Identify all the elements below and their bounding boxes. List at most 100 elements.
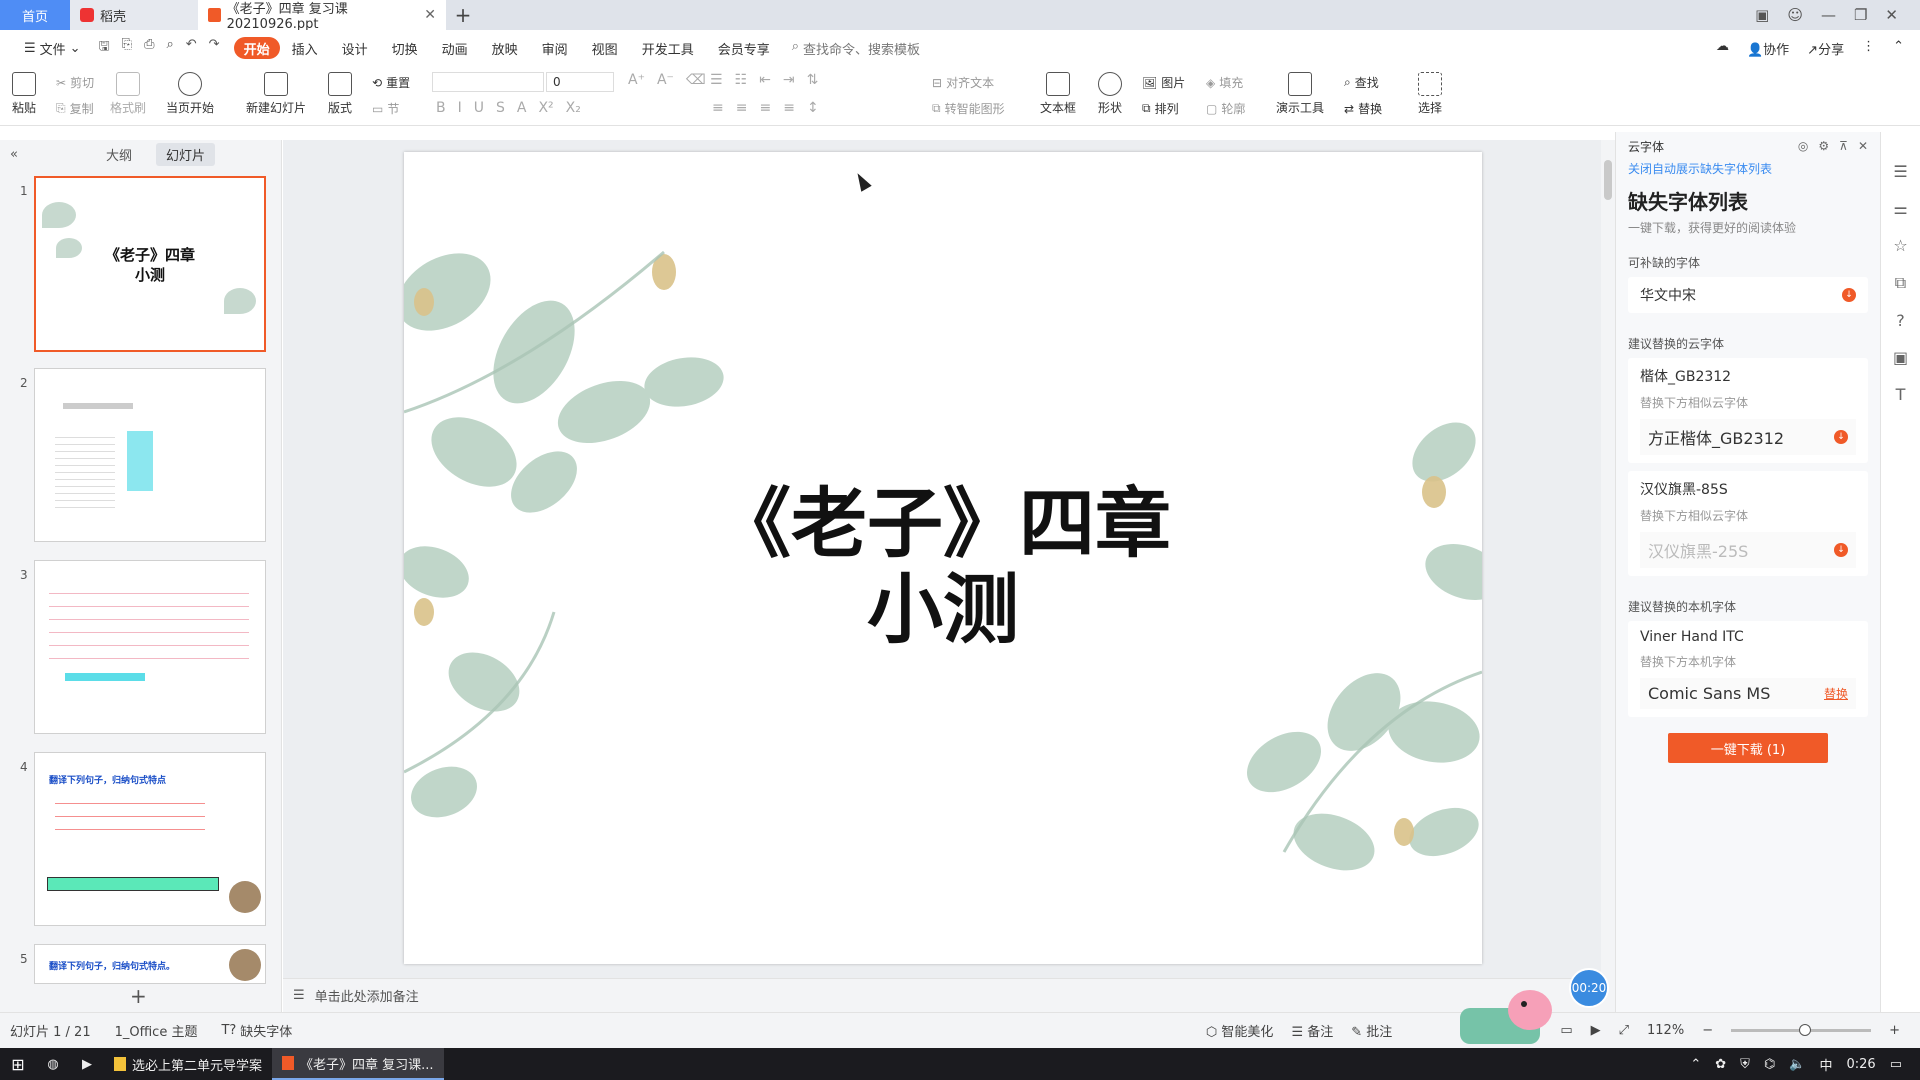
notification-icon[interactable]: ▭ (1890, 1057, 1902, 1072)
smart-shape-button[interactable]: ⧉ 转智能图形 (932, 100, 1005, 117)
strikethrough-icon[interactable]: S (496, 100, 505, 116)
close-auto-show-link[interactable]: 关闭自动展示缺失字体列表 (1616, 160, 1880, 180)
present-tools-button[interactable]: 演示工具 (1276, 72, 1324, 116)
font-card-cloud-2[interactable]: 汉仪旗黑-85S 替换下方相似云字体 汉仪旗黑-25S ↓ (1628, 471, 1868, 576)
outdent-icon[interactable]: ⇤ (759, 72, 771, 88)
preview-icon[interactable]: ⌕ (166, 37, 173, 59)
download-all-button[interactable]: 一键下载 (1) (1668, 733, 1828, 763)
cloud-sync-icon[interactable]: ☁ (1716, 39, 1729, 58)
italic-icon[interactable]: I (458, 100, 462, 116)
download-badge-icon[interactable]: ↓ (1842, 288, 1856, 302)
tab-daoke[interactable]: 稻壳 (70, 0, 198, 30)
new-tab-button[interactable]: + (446, 0, 480, 30)
font-card-cloud-1[interactable]: 楷体_GB2312 替换下方相似云字体 方正楷体_GB2312 ↓ (1628, 358, 1868, 463)
timer-badge[interactable]: 00:20 (1569, 968, 1609, 1008)
textbox-button[interactable]: 文本框 (1040, 72, 1076, 116)
slide-thumbnail-2[interactable] (34, 368, 266, 542)
export-icon[interactable]: ⎘ (122, 37, 132, 59)
save-icon[interactable]: 🖫 (99, 37, 110, 59)
slide-thumbnail-1[interactable]: 《老子》四章 小测 (34, 176, 266, 352)
image-icon[interactable]: ▣ (1893, 348, 1908, 367)
slide-thumbnail-5[interactable]: 翻译下列句子，归纳句式特点。 (34, 944, 266, 984)
taskbar-item-document[interactable]: 选必上第二单元导学案 (104, 1048, 272, 1080)
play-icon[interactable]: ▶ (1591, 1023, 1601, 1038)
clock[interactable]: 0:26 (1847, 1057, 1876, 1072)
align-text-button[interactable]: ⊟ 对齐文本 (932, 74, 994, 91)
menu-tab-animation[interactable]: 动画 (430, 37, 480, 59)
undo-icon[interactable]: ↶ (186, 37, 197, 59)
layout-button[interactable]: 版式 (328, 72, 352, 116)
tab-document[interactable]: 《老子》四章 复习课20210926.ppt ✕ (198, 0, 446, 32)
font-card-available[interactable]: 华文中宋 ↓ (1628, 277, 1868, 313)
menu-tab-view[interactable]: 视图 (580, 37, 630, 59)
shrink-font-icon[interactable]: A⁻ (657, 72, 674, 88)
more-icon[interactable]: ⋮ (1862, 39, 1875, 58)
align-left-icon[interactable]: ≡ (712, 100, 724, 116)
download-badge-icon[interactable]: ↓ (1834, 430, 1848, 444)
menu-tab-insert[interactable]: 插入 (280, 37, 330, 59)
minimize-icon[interactable]: — (1821, 6, 1836, 24)
close-icon[interactable]: ✕ (1858, 139, 1868, 153)
align-right-icon[interactable]: ≡ (759, 100, 771, 116)
grow-font-icon[interactable]: A⁺ (628, 72, 645, 88)
line-spacing-icon[interactable]: ↕ (807, 100, 819, 116)
picture-button[interactable]: 🖼 图片 (1142, 74, 1185, 91)
shield-icon[interactable]: ⛨ (1740, 1057, 1750, 1072)
zoom-slider-knob[interactable] (1799, 1024, 1812, 1036)
select-button[interactable]: 选择 (1418, 72, 1442, 116)
menu-tab-home[interactable]: 开始 (233, 37, 280, 59)
taskbar-item-ppt[interactable]: 《老子》四章 复习课... (272, 1048, 444, 1080)
media-icon[interactable]: ▶ (70, 1057, 104, 1072)
slide-1[interactable]: 《老子》四章 小测 (404, 152, 1482, 964)
close-window-icon[interactable]: ✕ (1885, 6, 1898, 24)
section-button[interactable]: ▭ 节 (372, 100, 399, 117)
justify-icon[interactable]: ≡ (783, 100, 795, 116)
outline-button[interactable]: ▢ 轮廓 (1206, 100, 1245, 117)
new-slide-button[interactable]: 新建幻灯片 (246, 72, 306, 116)
subscript-icon[interactable]: X₂ (566, 100, 581, 116)
align-center-icon[interactable]: ≡ (736, 100, 748, 116)
file-menu[interactable]: ☰ 文件 ⌄ (12, 37, 93, 59)
font-card-local[interactable]: Viner Hand ITC 替换下方本机字体 Comic Sans MS 替换 (1628, 621, 1868, 717)
menu-tab-design[interactable]: 设计 (330, 37, 380, 59)
format-painter-button[interactable]: 格式刷 (110, 72, 146, 116)
menu-tab-slideshow[interactable]: 放映 (480, 37, 530, 59)
find-button[interactable]: ⌕ 查找 (1344, 74, 1379, 91)
collab-button[interactable]: 👤协作 (1747, 39, 1789, 58)
notes-area[interactable]: ☰ 单击此处添加备注 (283, 978, 1601, 1012)
font-family-select[interactable] (432, 72, 544, 92)
download-badge-icon[interactable]: ↓ (1834, 543, 1848, 557)
scroll-thumb[interactable] (1604, 160, 1612, 200)
fit-icon[interactable]: ⤢ (1619, 1023, 1629, 1038)
redo-icon[interactable]: ↷ (209, 37, 220, 59)
menu-tab-transition[interactable]: 切换 (380, 37, 430, 59)
volume-icon[interactable]: 🔈 (1789, 1057, 1805, 1072)
bold-icon[interactable]: B (436, 100, 446, 116)
menu-tab-review[interactable]: 审阅 (530, 37, 580, 59)
shape-button[interactable]: 形状 (1098, 72, 1122, 116)
tray-expand-icon[interactable]: ⌃ (1690, 1057, 1701, 1072)
chat-icon[interactable]: ◎ (1798, 139, 1808, 153)
reset-button[interactable]: ⟲ 重置 (372, 74, 410, 91)
ime-indicator[interactable]: 中 (1819, 1055, 1832, 1074)
share-button[interactable]: ↗分享 (1807, 39, 1844, 58)
zoom-in-icon[interactable]: + (1889, 1023, 1900, 1038)
slide-thumbnail-4[interactable]: 翻译下列句子，归纳句式特点 (34, 752, 266, 926)
browser-icon[interactable]: ◍ (36, 1057, 70, 1072)
replace-button[interactable]: ⇄ 替换 (1344, 100, 1382, 117)
tab-outline[interactable]: 大纲 (96, 143, 142, 166)
pin-icon[interactable]: ⊼ (1839, 139, 1848, 153)
text-direction-icon[interactable]: ⇅ (807, 72, 819, 88)
star-icon[interactable]: ☆ (1893, 236, 1907, 255)
zoom-out-icon[interactable]: − (1702, 1023, 1713, 1038)
text-icon[interactable]: T (1896, 385, 1906, 404)
add-slide-icon[interactable]: + (130, 984, 147, 1008)
menu-lines-icon[interactable]: ☰ (1893, 162, 1907, 181)
comments-button[interactable]: ✎ 批注 (1351, 1021, 1392, 1040)
tray-app-icon[interactable]: ✿ (1715, 1057, 1726, 1072)
underline-icon[interactable]: U (474, 100, 484, 116)
layout-icon[interactable]: ▣ (1755, 6, 1769, 24)
windows-start-icon[interactable]: ⊞ (0, 1055, 36, 1074)
network-icon[interactable]: ⌬ (1764, 1057, 1775, 1072)
replace-link[interactable]: 替换 (1824, 685, 1848, 702)
